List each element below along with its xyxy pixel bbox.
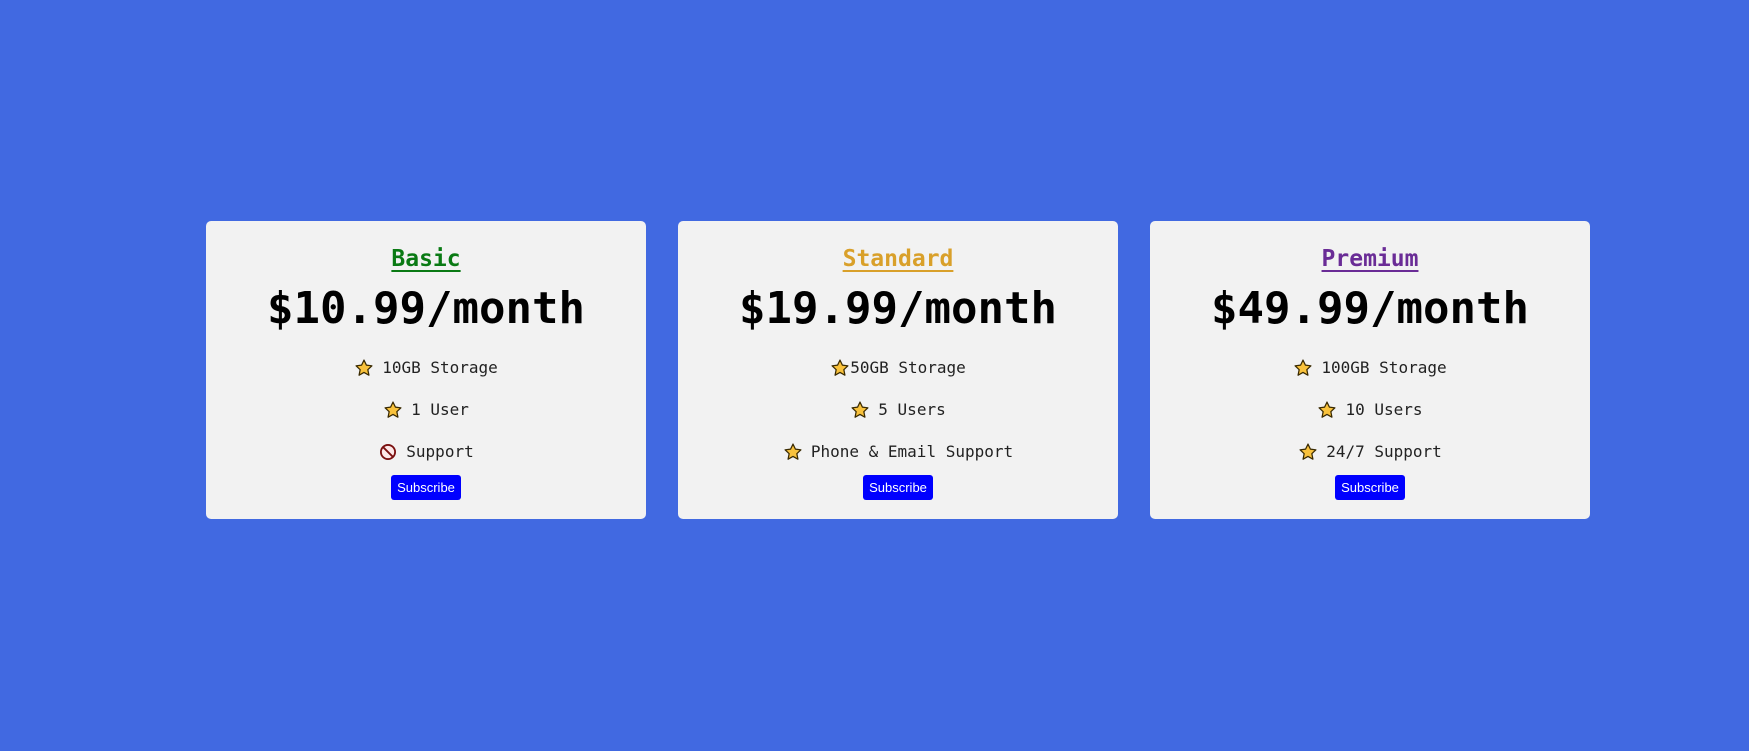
plan-title: Premium — [1321, 246, 1419, 272]
subscribe-button[interactable]: Subscribe — [391, 475, 461, 500]
feature-item: Support — [206, 431, 646, 473]
star-icon — [850, 400, 870, 420]
subscribe-button[interactable]: Subscribe — [1335, 475, 1405, 500]
plan-price: $49.99/month — [1211, 283, 1529, 334]
feature-item: 1 User — [206, 389, 646, 431]
star-icon — [1293, 358, 1313, 378]
star-icon — [383, 400, 403, 420]
feature-item: 100GB Storage — [1150, 347, 1590, 389]
plan-card-standard: Standard $19.99/month 50GB Storage 5 Use… — [678, 221, 1118, 519]
plan-title: Standard — [842, 246, 954, 272]
feature-text: 24/7 Support — [1326, 442, 1442, 461]
plan-card-premium: Premium $49.99/month 100GB Storage 10 Us… — [1150, 221, 1590, 519]
feature-item: 50GB Storage — [678, 347, 1118, 389]
feature-item: Phone & Email Support — [678, 431, 1118, 473]
feature-list: 50GB Storage 5 Users Phone & Email Suppo… — [678, 347, 1118, 473]
star-icon — [1317, 400, 1337, 420]
feature-text: Support — [406, 442, 474, 461]
feature-text: 50GB Storage — [850, 358, 966, 377]
star-icon — [1298, 442, 1318, 462]
feature-text: 10GB Storage — [382, 358, 498, 377]
subscribe-button[interactable]: Subscribe — [863, 475, 933, 500]
plan-card-basic: Basic $10.99/month 10GB Storage 1 User S… — [206, 221, 646, 519]
feature-text: Phone & Email Support — [810, 442, 1014, 461]
star-icon — [354, 358, 374, 378]
feature-item: 24/7 Support — [1150, 431, 1590, 473]
feature-text: 10 Users — [1345, 400, 1423, 419]
feature-text: 5 Users — [878, 400, 946, 419]
star-icon — [830, 358, 850, 378]
plan-title: Basic — [391, 246, 461, 272]
plan-price: $19.99/month — [739, 283, 1057, 334]
star-icon — [783, 442, 803, 462]
prohibited-icon — [378, 442, 398, 462]
plan-price: $10.99/month — [267, 283, 585, 334]
feature-list: 100GB Storage 10 Users 24/7 Support — [1150, 347, 1590, 473]
pricing-plans: Basic $10.99/month 10GB Storage 1 User S… — [206, 221, 1590, 519]
feature-text: 100GB Storage — [1321, 358, 1447, 377]
feature-item: 10 Users — [1150, 389, 1590, 431]
feature-text: 1 User — [411, 400, 469, 419]
feature-item: 5 Users — [678, 389, 1118, 431]
feature-list: 10GB Storage 1 User Support — [206, 347, 646, 473]
feature-item: 10GB Storage — [206, 347, 646, 389]
